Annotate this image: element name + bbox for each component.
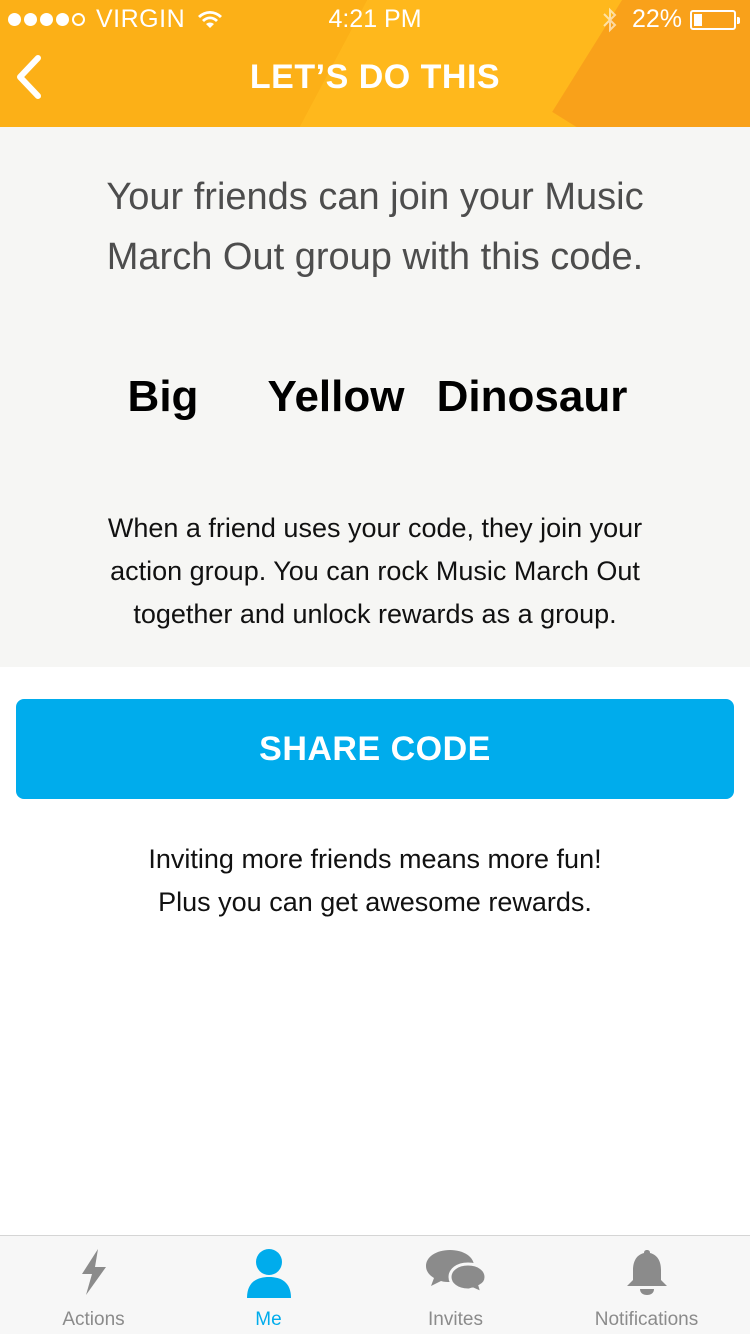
share-code-button[interactable]: SHARE CODE — [16, 699, 734, 799]
tab-actions[interactable]: Actions — [0, 1236, 187, 1334]
lightning-icon — [81, 1249, 106, 1295]
code-word: Yellow — [267, 372, 405, 421]
chat-bubbles-icon — [425, 1250, 488, 1294]
status-bar: VIRGIN 4:21 PM 22% — [0, 0, 750, 40]
code-word: Big — [127, 372, 199, 421]
code-panel: Your friends can join your Music March O… — [0, 127, 750, 667]
battery-percentage: 22% — [631, 5, 682, 33]
invite-line-1: Inviting more friends means more fun! — [148, 844, 602, 874]
invite-line-2: Plus you can get awesome rewards. — [158, 887, 592, 917]
person-icon — [246, 1249, 291, 1298]
invite-text: Inviting more friends means more fun! Pl… — [60, 838, 690, 924]
group-code: Big Yellow Dinosaur — [0, 372, 750, 432]
bluetooth-icon — [603, 7, 617, 32]
tab-label: Invites — [428, 1309, 483, 1330]
code-word: Dinosaur — [436, 372, 628, 421]
intro-text: Your friends can join your Music March O… — [106, 176, 644, 278]
tab-label: Actions — [62, 1309, 125, 1330]
tab-notifications[interactable]: Notifications — [553, 1236, 740, 1334]
battery-icon — [690, 9, 740, 30]
tab-invites[interactable]: Invites — [362, 1236, 549, 1334]
tab-me[interactable]: Me — [175, 1236, 362, 1334]
tab-label: Notifications — [594, 1309, 699, 1330]
header: VIRGIN 4:21 PM 22% LET’S DO THIS — [0, 0, 750, 127]
page-title: LET’S DO THIS — [249, 58, 501, 96]
nav-bar: LET’S DO THIS — [0, 40, 750, 127]
tab-label: Me — [255, 1309, 282, 1330]
tab-bar: Actions Me Invites Notifications — [0, 1235, 750, 1334]
bell-icon — [626, 1250, 667, 1295]
description-text: When a friend uses your code, they join … — [107, 513, 643, 629]
